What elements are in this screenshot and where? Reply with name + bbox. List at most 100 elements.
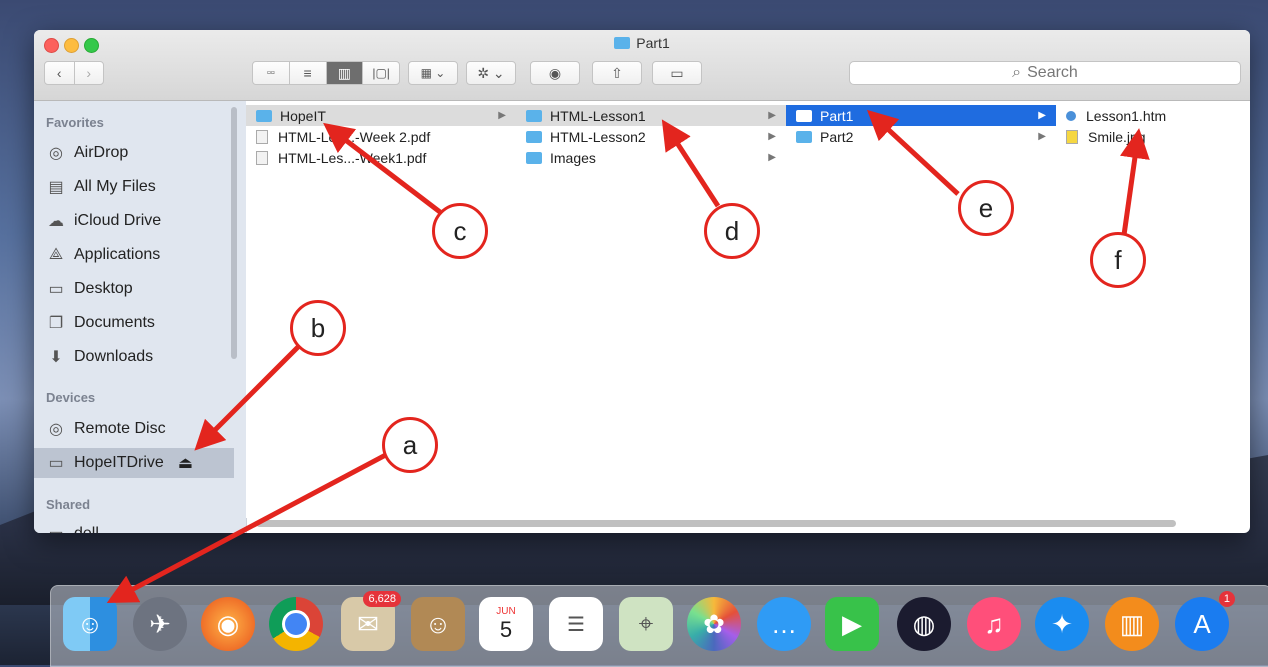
gitkraken-icon[interactable]: ◍: [897, 597, 951, 651]
search-field[interactable]: ⌕ Search: [849, 61, 1241, 85]
item-label: Lesson1.htm: [1086, 107, 1167, 124]
reminders-icon[interactable]: ☰: [549, 597, 603, 651]
sidebar-item-downloads[interactable]: ⬇ Downloads: [46, 342, 226, 372]
html-file-icon: [1066, 110, 1076, 121]
app-store-icon[interactable]: A1: [1175, 591, 1235, 651]
annotation-label: f: [1114, 244, 1122, 275]
sidebar-item-label: iCloud Drive: [74, 212, 162, 229]
pdf-file-icon: [256, 129, 268, 144]
disclosure-arrow-icon: ▶: [1038, 131, 1046, 142]
sidebar-item-desktop[interactable]: ▭ Desktop: [46, 274, 226, 304]
sidebar-heading-favorites: Favorites: [46, 115, 104, 130]
contacts-icon[interactable]: ☺: [411, 597, 465, 651]
sidebar-heading-shared: Shared: [46, 497, 91, 512]
list-item[interactable]: Part1Images▶: [516, 147, 786, 168]
mail-icon[interactable]: ✉ 6,628: [341, 591, 401, 651]
sidebar-item-label: Applications: [74, 246, 161, 263]
facetime-icon[interactable]: ▶: [825, 597, 879, 651]
photos-icon[interactable]: ✿: [687, 597, 741, 651]
sidebar-item-dell[interactable]: ▭ dell: [46, 519, 226, 533]
quick-look-button[interactable]: ◉: [530, 61, 580, 85]
eye-icon: ◉: [548, 64, 562, 81]
disclosure-arrow-icon: ▶: [768, 110, 776, 121]
column-1: HopeIT ▶ HTML-Les...-Week 2.pdf HTML-Les.…: [246, 101, 517, 518]
sidebar-item-icloud-drive[interactable]: ☁ iCloud Drive: [46, 206, 226, 236]
annotation-label: b: [310, 312, 326, 343]
disclosure-arrow-icon: ▶: [498, 110, 506, 121]
list-item[interactable]: HTML-Lesson2 ▶: [516, 126, 786, 147]
forward-button[interactable]: ›: [75, 62, 104, 84]
folder-icon: [796, 109, 812, 122]
annotation-label: a: [402, 429, 418, 460]
item-label: Images: [550, 149, 596, 166]
disclosure-arrow-icon: ▶: [768, 152, 776, 163]
list-item[interactable]: Part2 ▶: [786, 126, 1056, 147]
all-files-icon: ▤: [48, 179, 64, 196]
item-label: Part1: [820, 107, 854, 124]
list-item[interactable]: Part1 ▶: [786, 105, 1056, 126]
icon-view-button[interactable]: ▫▫: [253, 62, 290, 84]
dock: ☺ ✈ ◉ ✉ 6,628 ☺ JUN 5 ☰ ⌖ ✿ … ▶ ◍ ♫ ✦ ▥ A1: [50, 585, 1268, 667]
sidebar-item-label: AirDrop: [74, 144, 129, 161]
item-label: HTML-Les...-Week 2.pdf: [278, 128, 431, 145]
sidebar-item-label: Desktop: [74, 280, 133, 297]
messages-icon[interactable]: …: [757, 597, 811, 651]
disclosure-arrow-icon: ▶: [768, 131, 776, 142]
search-placeholder: Search: [1027, 64, 1078, 81]
share-button[interactable]: ⇧: [592, 61, 642, 85]
app-store-badge: 1: [1218, 591, 1235, 607]
list-item[interactable]: HTML-Les...-Week 2.pdf: [246, 126, 516, 147]
list-item[interactable]: HTML-Les...-Week1.pdf: [246, 147, 516, 168]
arrange-button[interactable]: ▦ ⌄: [408, 61, 458, 85]
item-label: HTML-Lesson2: [550, 128, 646, 145]
sidebar-item-remote-disc[interactable]: ◎ Remote Disc: [46, 414, 226, 444]
folder-icon: [256, 109, 272, 122]
folder-icon: [614, 37, 631, 49]
cloud-icon: ☁: [48, 213, 64, 230]
gear-icon: ✲ ⌄: [477, 64, 505, 81]
sidebar-item-applications[interactable]: ⟁ Applications: [46, 240, 226, 270]
disc-icon: ◎: [49, 421, 63, 438]
disclosure-arrow-icon: ▶: [1038, 110, 1046, 121]
horizontal-scrollbar[interactable]: [256, 520, 1176, 527]
chrome-icon[interactable]: [269, 597, 323, 651]
column-view-button[interactable]: ▥: [326, 62, 364, 84]
itunes-icon[interactable]: ♫: [967, 597, 1021, 651]
safari-icon[interactable]: ✦: [1035, 597, 1089, 651]
sidebar-item-label: dell: [74, 525, 99, 533]
launchpad-icon[interactable]: ✈: [133, 597, 187, 651]
annotation-a: a: [382, 417, 438, 473]
calendar-month: JUN: [496, 605, 516, 617]
tags-button[interactable]: ▭: [652, 61, 702, 85]
firefox-icon[interactable]: ◉: [201, 597, 255, 651]
item-label: Smile.jpg: [1088, 128, 1146, 145]
back-button[interactable]: ‹: [45, 62, 75, 84]
downloads-icon: ⬇: [49, 349, 63, 366]
list-view-button[interactable]: ≡: [290, 62, 327, 84]
eject-icon[interactable]: ⏏: [178, 453, 193, 473]
sidebar-item-all-my-files[interactable]: ▤ All My Files: [46, 172, 226, 202]
annotation-d: d: [704, 203, 760, 259]
sidebar-item-airdrop[interactable]: ◎ AirDrop: [46, 138, 226, 168]
sidebar-item-label: Downloads: [74, 348, 154, 365]
folder-icon: [526, 151, 542, 164]
sidebar-scrollbar[interactable]: [231, 107, 237, 359]
list-item[interactable]: Lesson1.htm: [1056, 105, 1250, 126]
window-title: Part1: [34, 35, 1250, 51]
finder-icon[interactable]: ☺: [63, 597, 117, 651]
list-item[interactable]: HTML-Lesson1 ▶: [516, 105, 786, 126]
list-item[interactable]: HopeIT ▶: [246, 105, 516, 126]
calendar-icon[interactable]: JUN 5: [479, 597, 533, 651]
cover-flow-button[interactable]: |▢|: [363, 62, 399, 84]
sidebar-item-hopeitdrive[interactable]: ▭ HopeITDrive ⏏: [34, 448, 234, 478]
annotation-label: e: [978, 192, 994, 223]
sidebar-item-label: All My Files: [74, 178, 156, 195]
maps-icon[interactable]: ⌖: [619, 597, 673, 651]
sidebar-item-documents[interactable]: ❐ Documents: [46, 308, 226, 338]
annotation-label: d: [724, 215, 740, 246]
tag-icon: ▭: [670, 64, 684, 81]
list-item[interactable]: Smile.jpg: [1056, 126, 1250, 147]
ibooks-icon[interactable]: ▥: [1105, 597, 1159, 651]
item-label: HopeIT: [280, 107, 326, 124]
action-button[interactable]: ✲ ⌄: [466, 61, 516, 85]
